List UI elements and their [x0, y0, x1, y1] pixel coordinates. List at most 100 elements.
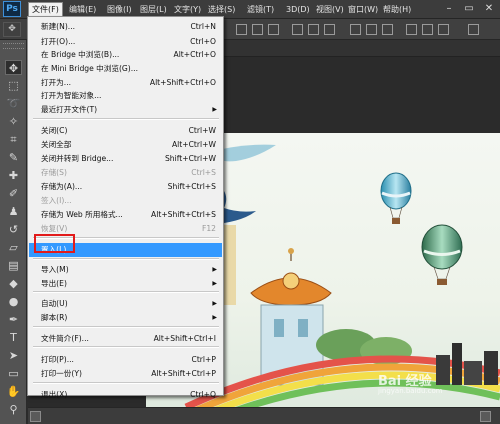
- menu-5[interactable]: 选择(S): [205, 3, 238, 17]
- file-menu-item[interactable]: 关闭并转到 Bridge... Shift+Ctrl+W: [29, 152, 222, 166]
- distribute-left-icon[interactable]: [406, 24, 417, 35]
- menu-1[interactable]: 编辑(E): [66, 3, 99, 17]
- menu-item-label: 文件简介(F)...: [41, 334, 89, 343]
- menu-10[interactable]: 帮助(H): [380, 3, 414, 17]
- marquee-tool[interactable]: ⬚: [5, 78, 22, 93]
- distribute-bottom-icon[interactable]: [382, 24, 393, 35]
- menu-0[interactable]: 文件(F): [28, 2, 63, 16]
- file-menu-item[interactable]: 新建(N)... Ctrl+N: [29, 20, 222, 34]
- align-center-icon[interactable]: [308, 24, 319, 35]
- tool-preset-picker[interactable]: ✥: [3, 22, 21, 37]
- eraser-tool[interactable]: ▱: [5, 240, 22, 255]
- shape-tool[interactable]: ▭: [5, 366, 22, 381]
- status-icon: [30, 411, 41, 422]
- file-menu-item[interactable]: 脚本(R) ▶: [29, 311, 222, 325]
- menu-3[interactable]: 图层(L): [137, 3, 170, 17]
- file-menu-item[interactable]: 导入(M) ▶: [29, 263, 222, 277]
- menu-item-label: 打印一份(Y): [41, 369, 82, 378]
- menu-item-label: 关闭(C): [41, 126, 68, 135]
- align-left-icon[interactable]: [292, 24, 303, 35]
- healing-brush-tool[interactable]: ✚: [5, 168, 22, 183]
- menu-separator: [33, 118, 219, 120]
- distribute-top-icon[interactable]: [350, 24, 361, 35]
- brush-tool[interactable]: ✐: [5, 186, 22, 201]
- menu-item-label: 导入(M): [41, 265, 69, 274]
- file-menu-item[interactable]: 自动(U) ▶: [29, 297, 222, 311]
- zoom-tool[interactable]: ⚲: [5, 402, 22, 417]
- submenu-arrow-icon: ▶: [212, 266, 217, 273]
- lasso-tool[interactable]: ➰: [5, 96, 22, 111]
- menu-item-label: 存储(S): [41, 168, 67, 177]
- panel-grip[interactable]: [3, 43, 24, 49]
- path-select-tool[interactable]: ➤: [5, 348, 22, 363]
- file-menu-item[interactable]: 导出(E) ▶: [29, 277, 222, 291]
- file-menu-item[interactable]: 最近打开文件(T) ▶: [29, 103, 222, 117]
- distribute-center-icon[interactable]: [422, 24, 433, 35]
- menu-item-shortcut: Ctrl+S: [191, 168, 216, 177]
- file-menu-item[interactable]: 打印(P)... Ctrl+P: [29, 353, 222, 367]
- blur-tool[interactable]: ◆: [5, 276, 22, 291]
- distribute-middle-icon[interactable]: [366, 24, 377, 35]
- clone-stamp-tool[interactable]: ♟: [5, 204, 22, 219]
- eyedropper-tool[interactable]: ✎: [5, 150, 22, 165]
- align-top-icon[interactable]: [236, 24, 247, 35]
- menu-7[interactable]: 3D(D): [283, 3, 313, 17]
- file-menu-item[interactable]: 关闭(C) Ctrl+W: [29, 124, 222, 138]
- menu-separator: [33, 258, 219, 260]
- file-menu-item[interactable]: 打开为智能对象...: [29, 89, 222, 103]
- menu-item-label: 退出(X): [41, 390, 68, 399]
- menu-item-label: 脚本(R): [41, 313, 68, 322]
- restore-button[interactable]: ▭: [462, 2, 476, 16]
- file-menu-dropdown: 新建(N)... Ctrl+N 打开(O)... Ctrl+O 在 Bridge 中浏览…: [27, 16, 224, 399]
- gradient-tool[interactable]: ▤: [5, 258, 22, 273]
- submenu-arrow-icon: ▶: [212, 106, 217, 113]
- dodge-tool[interactable]: ●: [5, 294, 22, 309]
- file-menu-item[interactable]: 在 Mini Bridge 中浏览(G)...: [29, 62, 222, 76]
- menu-item-label: 存储为 Web 所用格式...: [41, 210, 123, 219]
- quick-select-tool[interactable]: ✧: [5, 114, 22, 129]
- minimize-button[interactable]: –: [442, 2, 456, 16]
- type-tool[interactable]: T: [5, 330, 22, 345]
- submenu-arrow-icon: ▶: [212, 314, 217, 321]
- file-menu-item[interactable]: 存储为(A)... Shift+Ctrl+S: [29, 180, 222, 194]
- menu-item-label: 打开为...: [41, 78, 72, 87]
- file-menu-item[interactable]: 在 Bridge 中浏览(B)... Alt+Ctrl+O: [29, 48, 222, 62]
- move-tool[interactable]: ✥: [5, 60, 22, 75]
- pen-tool[interactable]: ✒: [5, 312, 22, 327]
- file-menu-item: 存储(S) Ctrl+S: [29, 166, 222, 180]
- menu-item-shortcut: Ctrl+W: [188, 126, 216, 135]
- menu-item-shortcut: Ctrl+N: [190, 22, 216, 31]
- hand-tool[interactable]: ✋: [5, 384, 22, 399]
- file-menu-item[interactable]: 关闭全部 Alt+Ctrl+W: [29, 138, 222, 152]
- file-menu-item[interactable]: 退出(X) Ctrl+Q: [29, 388, 222, 402]
- align-right-icon[interactable]: [324, 24, 335, 35]
- close-button[interactable]: ✕: [482, 2, 496, 16]
- file-menu-item[interactable]: 打印一份(Y) Alt+Shift+Ctrl+P: [29, 367, 222, 381]
- file-menu-item[interactable]: 文件简介(F)... Alt+Shift+Ctrl+I: [29, 332, 222, 346]
- crop-tool[interactable]: ⌗: [5, 132, 22, 147]
- align-middle-icon[interactable]: [252, 24, 263, 35]
- submenu-arrow-icon: ▶: [212, 280, 217, 287]
- menu-2[interactable]: 图像(I): [104, 3, 135, 17]
- status-arrow-icon[interactable]: [480, 411, 491, 422]
- menu-item-label: 签入(I)...: [41, 196, 72, 205]
- align-bottom-icon[interactable]: [268, 24, 279, 35]
- distribute-right-icon[interactable]: [438, 24, 449, 35]
- file-menu-item[interactable]: 存储为 Web 所用格式... Alt+Shift+Ctrl+S: [29, 208, 222, 222]
- menu-item-shortcut: Shift+Ctrl+W: [164, 154, 216, 163]
- menu-item-label: 打开为智能对象...: [41, 91, 102, 100]
- menu-4[interactable]: 文字(Y): [171, 3, 204, 17]
- history-brush-tool[interactable]: ↺: [5, 222, 22, 237]
- menu-6[interactable]: 滤镜(T): [244, 3, 277, 17]
- menu-item-shortcut: Alt+Shift+Ctrl+O: [149, 78, 216, 87]
- menu-8[interactable]: 视图(V): [313, 3, 347, 17]
- watermark-url: jingyan.baidu.com: [378, 387, 443, 395]
- menu-9[interactable]: 窗口(W): [345, 3, 381, 17]
- menu-item-shortcut: Alt+Ctrl+W: [171, 140, 216, 149]
- menu-item-shortcut: Alt+Shift+Ctrl+I: [153, 334, 216, 343]
- menu-item-label: 打印(P)...: [41, 355, 74, 364]
- file-menu-item[interactable]: 打开(O)... Ctrl+O: [29, 35, 222, 49]
- menu-item-label: 最近打开文件(T): [41, 105, 98, 114]
- file-menu-item[interactable]: 打开为... Alt+Shift+Ctrl+O: [29, 76, 222, 90]
- auto-align-icon[interactable]: [468, 24, 479, 35]
